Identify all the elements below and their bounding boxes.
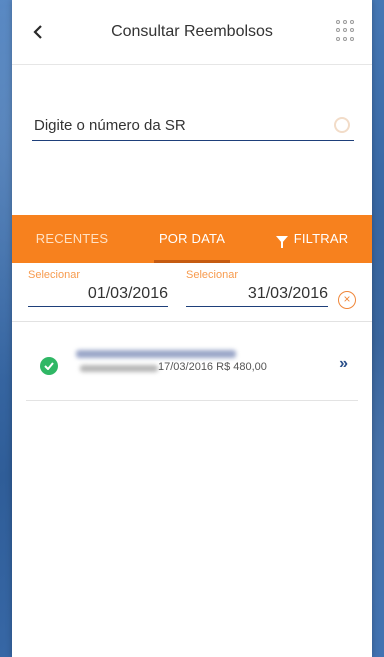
end-date-picker[interactable]: 31/03/2016 [186,285,328,307]
check-circle-icon [40,357,58,375]
app-screen: Consultar Reembolsos RECENTES POR DATA F… [12,0,372,657]
item-date: 17/03/2016 [158,361,214,373]
redacted-name [76,350,236,358]
redacted-id [80,365,158,372]
clear-dates-icon[interactable]: × [338,291,356,309]
tab-filtrar-label: FILTRAR [293,231,349,246]
apps-grid-icon[interactable] [336,20,358,42]
list-item[interactable]: 17/03/2016 R$ 480,00 » [26,322,358,401]
sr-number-input[interactable] [32,113,354,141]
tab-recentes[interactable]: RECENTES [12,215,132,263]
header: Consultar Reembolsos [12,0,372,65]
start-date-field: Selecionar 01/03/2016 [28,269,168,307]
chevron-left-icon [33,25,42,39]
date-range: Selecionar 01/03/2016 Selecionar 31/03/2… [12,263,372,322]
tab-filtrar[interactable]: FILTRAR [252,215,372,263]
page-title: Consultar Reembolsos [111,23,273,40]
search-section [12,65,372,215]
search-icon[interactable] [334,117,350,133]
start-date-label: Selecionar [28,269,80,281]
item-amount: R$ 480,00 [216,361,267,373]
tab-por-data[interactable]: POR DATA [132,215,252,263]
start-date-picker[interactable]: 01/03/2016 [28,285,168,307]
double-chevron-right-icon[interactable]: » [339,355,348,373]
item-date-amount: 17/03/2016 R$ 480,00 [158,361,267,373]
end-date-label: Selecionar [186,269,238,281]
tab-bar: RECENTES POR DATA FILTRAR [12,215,372,263]
back-button[interactable] [24,18,52,46]
filter-icon [275,235,288,248]
end-date-field: Selecionar 31/03/2016 [186,269,328,307]
